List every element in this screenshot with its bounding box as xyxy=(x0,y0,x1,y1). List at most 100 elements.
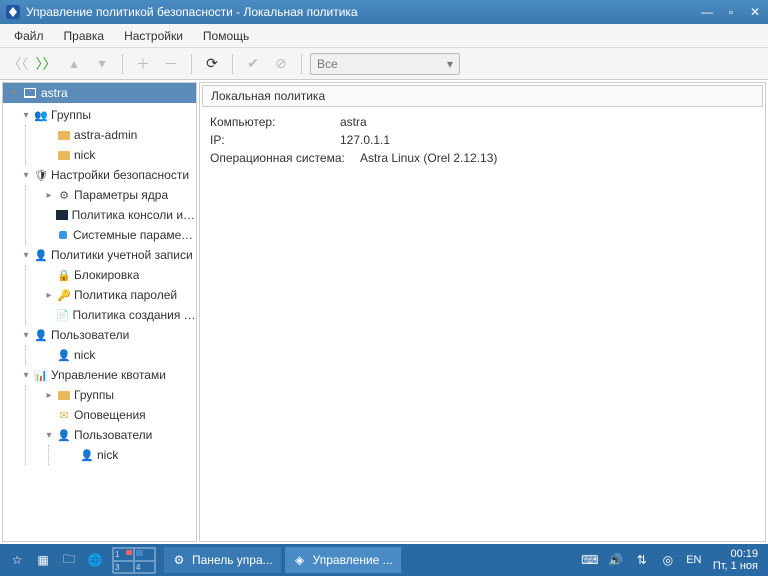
filter-select[interactable]: Все ▾ xyxy=(310,53,460,75)
expand-icon[interactable]: ▸ xyxy=(44,290,54,301)
chevron-down-icon: ▾ xyxy=(447,57,453,71)
tree-label: Группы xyxy=(51,108,91,122)
user-icon: 👤 xyxy=(80,448,94,462)
tree-password-policy[interactable]: ▸🔑Политика паролей xyxy=(42,285,196,305)
menu-help[interactable]: Помощь xyxy=(193,26,259,46)
label-computer: Компьютер: xyxy=(210,115,340,133)
tray-language[interactable]: EN xyxy=(681,547,707,573)
menu-edit[interactable]: Правка xyxy=(54,26,115,46)
toolbar: 〈〈 〉〉 ▴ ▾ ＋ － ⟳ ✔ ⊘ Все ▾ xyxy=(0,48,768,80)
info-grid: Компьютер:astra IP:127.0.1.1 Операционна… xyxy=(200,109,765,175)
taskbar: ☆ ▦ 🗀 🌐 1 3 4 ⚙ Панель упра... ◈ Управле… xyxy=(0,544,768,576)
tree-label: Настройки безопасности xyxy=(51,168,189,182)
monitor-icon xyxy=(23,86,37,100)
titlebar: Управление политикой безопасности - Лока… xyxy=(0,0,768,24)
collapse-icon[interactable]: ▾ xyxy=(44,430,54,441)
workspace-3[interactable]: 3 xyxy=(113,561,134,574)
lock-icon: 🔒 xyxy=(57,268,71,282)
key-icon: 🔑 xyxy=(57,288,71,302)
menu-settings[interactable]: Настройки xyxy=(114,26,193,46)
collapse-icon[interactable]: ▾ xyxy=(21,330,31,341)
workspace-2[interactable] xyxy=(134,548,155,561)
terminal-icon xyxy=(56,208,69,222)
tree-users[interactable]: ▾ 👤 Пользователи xyxy=(19,325,196,345)
folder-icon xyxy=(57,148,71,162)
expand-icon[interactable]: ▸ xyxy=(44,390,54,401)
doc-icon: 📄 xyxy=(56,308,70,322)
deny-button[interactable]: ⊘ xyxy=(269,52,293,76)
back-button[interactable]: 〈〈 xyxy=(6,52,30,76)
task-label: Панель упра... xyxy=(192,553,273,567)
file-manager-button[interactable]: 🗀 xyxy=(56,547,82,573)
tree-label: Политики учетной записи xyxy=(51,248,193,262)
tree-item-astra-admin[interactable]: astra-admin xyxy=(42,125,196,145)
collapse-icon[interactable]: ▾ xyxy=(21,170,31,181)
folder-icon xyxy=(57,128,71,142)
window-title: Управление политикой безопасности - Лока… xyxy=(26,5,700,19)
accept-button[interactable]: ✔ xyxy=(241,52,265,76)
tree-quota-groups[interactable]: ▸Группы xyxy=(42,385,196,405)
task-security-app[interactable]: ◈ Управление ... xyxy=(285,547,401,573)
user-icon: 👤 xyxy=(34,328,48,342)
tree-lockout[interactable]: 🔒Блокировка xyxy=(42,265,196,285)
tree-console[interactable]: Политика консоли и ин... xyxy=(42,205,196,225)
clock-date: Пт, 1 ноя xyxy=(713,560,758,572)
tree-groups[interactable]: ▾ 👥 Группы xyxy=(19,105,196,125)
mail-icon: ✉ xyxy=(57,408,71,422)
shield-icon: 🛡 xyxy=(34,168,48,182)
collapse-icon[interactable]: ▾ xyxy=(21,250,31,261)
app-icon xyxy=(6,5,20,19)
up-button[interactable]: ▴ xyxy=(62,52,86,76)
tree-label: Пользователи xyxy=(51,328,129,342)
remove-button[interactable]: － xyxy=(159,52,183,76)
tree-security[interactable]: ▾ 🛡 Настройки безопасности xyxy=(19,165,196,185)
settings-icon xyxy=(57,228,70,242)
tray-network-icon[interactable]: ◎ xyxy=(655,547,681,573)
control-panel-icon: ⚙ xyxy=(172,553,186,567)
tree-kernel[interactable]: ▸⚙Параметры ядра xyxy=(42,185,196,205)
tree-root[interactable]: ▾ astra xyxy=(3,83,196,103)
separator xyxy=(191,54,192,74)
app-icon: ◈ xyxy=(293,553,307,567)
task-label: Управление ... xyxy=(313,553,393,567)
show-desktop-button[interactable]: ▦ xyxy=(30,547,56,573)
tree-root-label: astra xyxy=(41,86,68,100)
down-button[interactable]: ▾ xyxy=(90,52,114,76)
collapse-icon[interactable]: ▾ xyxy=(9,88,19,99)
browser-button[interactable]: 🌐 xyxy=(82,547,108,573)
clock-time: 00:19 xyxy=(713,548,758,560)
gear-icon: ⚙ xyxy=(57,188,71,202)
workspace-1[interactable]: 1 xyxy=(113,548,134,561)
workspace-pager[interactable]: 1 3 4 xyxy=(112,547,156,573)
tree-label: Управление квотами xyxy=(51,368,166,382)
label-ip: IP: xyxy=(210,133,340,151)
clock[interactable]: 00:19 Пт, 1 ноя xyxy=(707,548,764,572)
filter-value: Все xyxy=(317,57,338,71)
collapse-icon[interactable]: ▾ xyxy=(21,110,31,121)
tree-quotas[interactable]: ▾ 📊 Управление квотами xyxy=(19,365,196,385)
refresh-button[interactable]: ⟳ xyxy=(200,52,224,76)
collapse-icon[interactable]: ▾ xyxy=(21,370,31,381)
task-control-panel[interactable]: ⚙ Панель упра... xyxy=(164,547,281,573)
tray-volume-icon[interactable]: 🔊 xyxy=(603,547,629,573)
workspace-4[interactable]: 4 xyxy=(134,561,155,574)
tray-usb-icon[interactable]: ⇅ xyxy=(629,547,655,573)
start-button[interactable]: ☆ xyxy=(4,547,30,573)
add-button[interactable]: ＋ xyxy=(131,52,155,76)
tree-account-policies[interactable]: ▾ 👤 Политики учетной записи xyxy=(19,245,196,265)
tree-user-nick[interactable]: 👤nick xyxy=(42,345,196,365)
expand-icon[interactable]: ▸ xyxy=(44,190,54,201)
tree-quota-users[interactable]: ▾👤Пользователи xyxy=(42,425,196,445)
minimize-button[interactable]: — xyxy=(700,5,714,19)
tree-item-nick-group[interactable]: nick xyxy=(42,145,196,165)
menu-file[interactable]: Файл xyxy=(4,26,54,46)
separator xyxy=(232,54,233,74)
tree-quota-user-nick[interactable]: 👤nick xyxy=(65,445,196,465)
forward-button[interactable]: 〉〉 xyxy=(34,52,58,76)
maximize-button[interactable]: ▫ xyxy=(724,5,738,19)
tree-creation-policy[interactable]: 📄Политика создания пол... xyxy=(42,305,196,325)
tree-system-params[interactable]: Системные параметры xyxy=(42,225,196,245)
close-button[interactable]: ✕ xyxy=(748,5,762,19)
tree-quota-notify[interactable]: ✉Оповещения xyxy=(42,405,196,425)
tray-keyboard-icon[interactable]: ⌨ xyxy=(577,547,603,573)
